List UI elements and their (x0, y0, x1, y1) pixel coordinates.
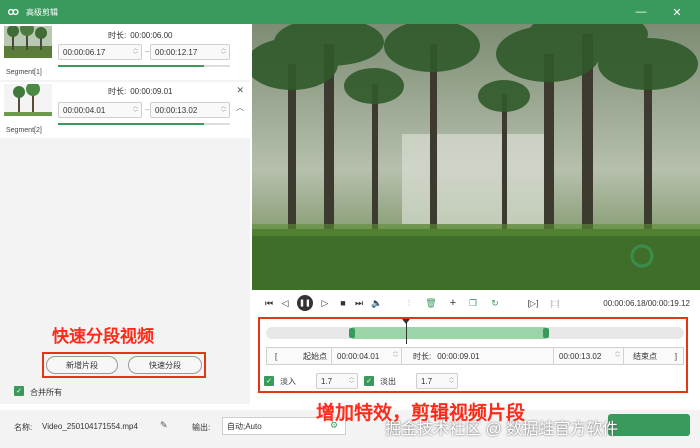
trim-time-row: [起始点 00:00:04.01 ︿ ﹀ 时长: 00:00:09.01 00:00… (266, 347, 684, 365)
set-end-button[interactable]: 结束点] (629, 348, 681, 364)
segment-end-time-input[interactable]: 00:00:12.17 ︿ ﹀ (150, 44, 230, 60)
segment-duration: 时长: 00:00:09.01 (108, 87, 173, 96)
volume-icon[interactable]: 🔈 (370, 296, 384, 310)
start-time-input[interactable]: 00:00:04.01 (337, 348, 379, 364)
title-bar: 高级剪辑 — ✕ (0, 0, 700, 24)
delete-icon[interactable]: 🗑 (424, 296, 438, 310)
segment-progress-bar (58, 123, 230, 125)
split-annotation: 快速分段视频 (52, 327, 154, 346)
segment-thumbnail (4, 26, 52, 58)
export-button[interactable] (608, 414, 690, 436)
time-spinner-icon[interactable]: ︿ ﹀ (393, 349, 398, 361)
fade-in-checkbox[interactable]: ✓ (264, 376, 274, 386)
merge-all-label: 合并所有 (30, 388, 62, 397)
segment-end-time-input[interactable]: 00:00:13.02 ︿ ﹀ (150, 102, 230, 118)
playback-time: 00:00:06.18/00:00:19.12 (603, 299, 690, 308)
fade-in-control: ✓ 淡入 1.7 ︿ ﹀ (264, 373, 358, 389)
time-spinner-icon[interactable]: ︿ ﹀ (221, 104, 226, 116)
stop-icon[interactable]: ■ (336, 296, 350, 310)
selected-range (351, 327, 547, 339)
time-spinner-icon[interactable]: ︿ ﹀ (133, 46, 138, 58)
skip-to-end-icon[interactable]: ⏭ (352, 296, 366, 310)
name-label: 名称: (14, 423, 33, 432)
range-separator: – (145, 105, 150, 114)
window-title: 高级剪辑 (26, 7, 58, 17)
add-segment-button[interactable]: 新增片段 (46, 356, 118, 374)
minimize-icon[interactable]: — (630, 0, 652, 24)
end-time-input[interactable]: 00:00:13.02 (559, 348, 601, 364)
segment-item[interactable]: 时长: 00:00:06.00 00:00:06.17 ︿ ﹀ – 00:00:12.… (0, 24, 250, 80)
fade-out-checkbox[interactable]: ✓ (364, 376, 374, 386)
quick-split-button[interactable]: 快速分段 (128, 356, 202, 374)
close-icon[interactable]: ✕ (666, 0, 688, 24)
segment-thumbnail (4, 84, 52, 116)
playhead-line (406, 320, 408, 344)
split-clip-icon[interactable]: ⫶ (402, 296, 416, 310)
range-separator: – (145, 47, 150, 56)
file-name: Video_250104171554.mp4 (42, 422, 138, 431)
time-spinner-icon[interactable]: ︿ ﹀ (449, 375, 454, 387)
collapse-icon[interactable]: ︿ (236, 102, 244, 113)
segment-start-time-input[interactable]: 00:00:06.17 ︿ ﹀ (58, 44, 142, 60)
mark-out-icon[interactable]: [□] (548, 296, 562, 310)
playback-controls: ⏮ ◁ ❚❚ ▷ ■ ⏭ 🔈 ⫶ 🗑 + ❐ ↻ [▷] [□] 00:00:0… (252, 292, 700, 314)
segment-item[interactable]: 时长: 00:00:09.01 ✕ 00:00:04.01 ︿ ﹀ – 00:00:1… (0, 82, 250, 138)
fade-out-control: ✓ 淡出 1.7 ︿ ﹀ (364, 373, 458, 389)
trim-timeline[interactable] (266, 327, 684, 339)
merge-all-checkbox[interactable]: ✓ (14, 386, 24, 396)
video-preview[interactable] (252, 24, 700, 290)
trim-duration: 时长: 00:00:09.01 (413, 351, 480, 361)
output-label: 输出: (192, 423, 211, 432)
segment-duration: 时长: 00:00:06.00 (108, 31, 173, 40)
remove-segment-icon[interactable]: ✕ (236, 85, 244, 96)
time-spinner-icon[interactable]: ︿ ﹀ (221, 46, 226, 58)
previous-frame-icon[interactable]: ◁ (278, 296, 292, 310)
add-icon[interactable]: + (446, 296, 460, 310)
fade-out-label: 淡出 (380, 376, 396, 386)
trim-end-handle[interactable] (543, 328, 550, 338)
segment-label: Segment[1] (6, 69, 42, 76)
fade-out-input[interactable]: 1.7 ︿ ﹀ (416, 373, 458, 389)
edit-annotation: 增加特效，剪辑视频片段 (316, 403, 526, 424)
copy-icon[interactable]: ❐ (466, 296, 480, 310)
mark-in-icon[interactable]: [▷] (526, 296, 540, 310)
time-spinner-icon[interactable]: ︿ ﹀ (133, 104, 138, 116)
trim-start-handle[interactable] (348, 328, 355, 338)
segment-label: Segment[2] (6, 127, 42, 134)
skip-to-start-icon[interactable]: ⏮ (262, 296, 276, 310)
segment-start-time-input[interactable]: 00:00:04.01 ︿ ﹀ (58, 102, 142, 118)
fade-in-label: 淡入 (280, 376, 296, 386)
time-spinner-icon[interactable]: ︿ ﹀ (615, 349, 620, 361)
app-logo-icon (6, 5, 20, 19)
pause-icon[interactable]: ❚❚ (297, 295, 313, 311)
time-spinner-icon[interactable]: ︿ ﹀ (349, 375, 354, 387)
segment-progress-bar (58, 65, 230, 67)
set-start-button[interactable]: [起始点 (271, 348, 331, 364)
segment-panel: 时长: 00:00:06.00 00:00:06.17 ︿ ﹀ – 00:00:12.… (0, 24, 250, 404)
fade-in-input[interactable]: 1.7 ︿ ﹀ (316, 373, 358, 389)
reset-icon[interactable]: ↻ (488, 296, 502, 310)
edit-name-icon[interactable]: ✎ (160, 420, 168, 431)
clip-edit-area: [起始点 00:00:04.01 ︿ ﹀ 时长: 00:00:09.01 00:00… (258, 317, 688, 393)
next-frame-icon[interactable]: ▷ (318, 296, 332, 310)
